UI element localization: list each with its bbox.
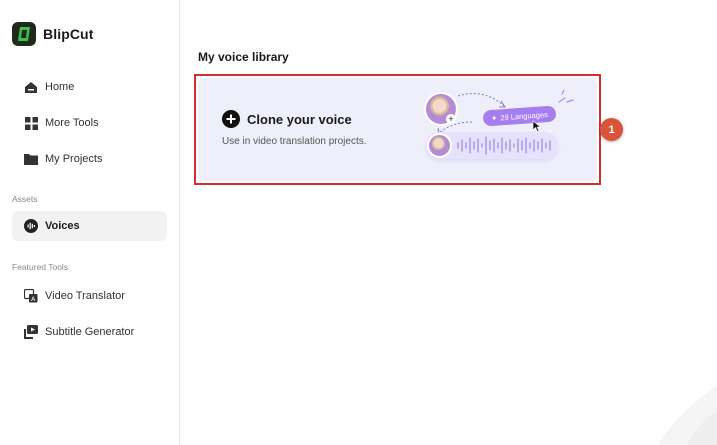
- home-icon: [24, 80, 38, 94]
- subtitle-icon: [24, 325, 38, 339]
- sidebar-item-label: More Tools: [45, 117, 99, 129]
- grid-icon: [24, 116, 38, 130]
- sidebar-item-label: Voices: [45, 220, 80, 232]
- highlight-box: [194, 74, 601, 185]
- sidebar-item-voices[interactable]: Voices: [12, 211, 167, 241]
- voice-icon: [24, 219, 38, 233]
- section-label-featured-tools: Featured Tools: [12, 262, 69, 272]
- blipcut-logo-icon: [12, 22, 36, 46]
- sidebar-item-subtitle-generator[interactable]: Subtitle Generator: [12, 317, 167, 347]
- sidebar-item-label: Video Translator: [45, 290, 125, 302]
- sidebar-item-my-projects[interactable]: My Projects: [12, 144, 167, 174]
- page-title: My voice library: [198, 50, 289, 64]
- section-label-assets: Assets: [12, 194, 38, 204]
- sidebar-item-more-tools[interactable]: More Tools: [12, 108, 167, 138]
- sidebar-item-home[interactable]: Home: [12, 72, 167, 102]
- sidebar-item-label: Subtitle Generator: [45, 326, 135, 338]
- sidebar-item-label: My Projects: [45, 153, 103, 165]
- translate-icon: A: [24, 289, 38, 303]
- sidebar-item-label: Home: [45, 81, 75, 93]
- step-badge: 1: [600, 118, 623, 141]
- folder-icon: [24, 152, 38, 166]
- brand[interactable]: BlipCut: [12, 22, 93, 46]
- brand-name: BlipCut: [43, 26, 94, 42]
- sidebar: BlipCut Home More Tools My Projects Asse…: [0, 0, 180, 445]
- corner-decoration: [657, 385, 717, 445]
- sidebar-item-video-translator[interactable]: A Video Translator: [12, 281, 167, 311]
